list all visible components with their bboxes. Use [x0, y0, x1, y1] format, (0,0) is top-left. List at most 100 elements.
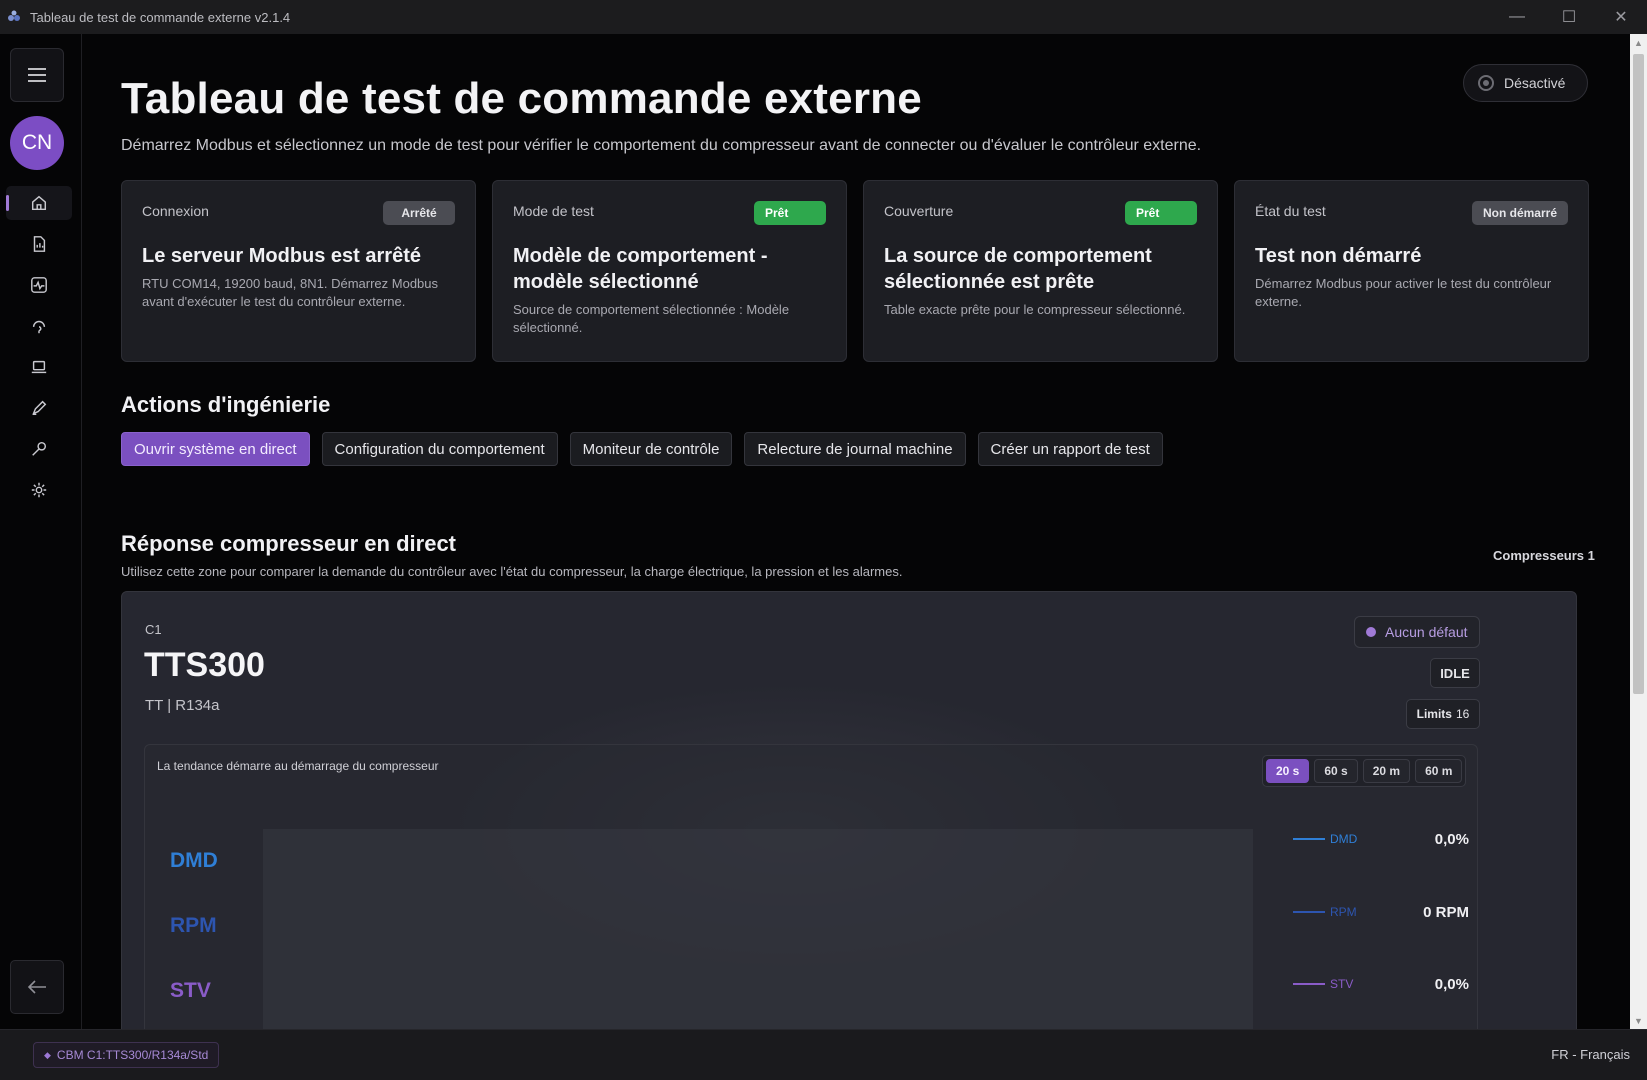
- vertical-scrollbar[interactable]: ▲ ▼: [1630, 34, 1647, 1029]
- scroll-thumb[interactable]: [1633, 54, 1644, 694]
- title-bar: Tableau de test de commande externe v2.1…: [0, 0, 1647, 34]
- lane-tag: STV: [170, 979, 211, 1002]
- compressor-count: Compresseurs 1: [1493, 548, 1595, 563]
- fault-status-label: Aucun défaut: [1385, 624, 1468, 640]
- limits-label: Limits: [1416, 707, 1452, 721]
- behavior-config-button[interactable]: Configuration du comportement: [321, 432, 558, 466]
- toggle-label: Désactivé: [1504, 75, 1566, 91]
- card-label: État du test: [1255, 203, 1326, 219]
- card-heading: Test non démarré: [1255, 245, 1422, 267]
- compressor-config-label: CBM C1:TTS300/R134a/Std: [56, 1048, 209, 1062]
- range-60m-button[interactable]: 60 m: [1415, 759, 1463, 783]
- scroll-up-icon[interactable]: ▲: [1630, 34, 1647, 51]
- sidebar-item-tools[interactable]: [6, 432, 72, 466]
- live-section-title: Réponse compresseur en direct: [121, 531, 457, 556]
- sidebar-item-edit[interactable]: [6, 391, 72, 425]
- pen-icon: [32, 400, 47, 416]
- compressor-meta: TT | R134a: [145, 697, 220, 714]
- status-badge: Non démarré: [1471, 201, 1568, 225]
- limits-value: 16: [1455, 707, 1470, 721]
- range-20m-button[interactable]: 20 m: [1362, 759, 1411, 783]
- create-report-button[interactable]: Créer un rapport de test: [977, 432, 1163, 466]
- legend-name: RPM: [1330, 905, 1357, 919]
- status-badge: Prêt: [754, 201, 826, 225]
- legend-value: 0,0%: [1434, 975, 1469, 993]
- arrow-left-icon: [27, 980, 46, 994]
- maximize-button[interactable]: ☐: [1543, 0, 1595, 34]
- card-couverture: Couverture Prêt La source de comportemen…: [863, 180, 1218, 362]
- card-heading: La source de comportement sélectionnée e…: [884, 245, 1152, 293]
- legend-stv: STV 0,0%: [1293, 972, 1469, 996]
- sidebar-item-reports[interactable]: [6, 227, 72, 261]
- sidebar-nav: [6, 186, 72, 514]
- card-label: Connexion: [142, 203, 209, 219]
- close-button[interactable]: ✕: [1595, 0, 1647, 34]
- legend-line: [1293, 911, 1325, 913]
- status-dot-icon: [1366, 627, 1376, 637]
- card-heading: Modèle de comportement - modèle sélectio…: [513, 245, 768, 293]
- legend-value: 0,0%: [1434, 830, 1469, 848]
- sidebar-item-settings[interactable]: [6, 473, 72, 507]
- card-etat-du-test: État du test Non démarré Test non démarr…: [1234, 180, 1589, 362]
- sidebar-item-devices[interactable]: [6, 350, 72, 384]
- status-bar: ◆ CBM C1:TTS300/R134a/Std FR - Français: [0, 1029, 1647, 1080]
- control-monitor-button[interactable]: Moniteur de contrôle: [569, 432, 733, 466]
- card-connexion: Connexion Arrêté Le serveur Modbus est a…: [121, 180, 476, 362]
- compressor-state-badge: IDLE: [1430, 658, 1480, 688]
- home-icon: [31, 195, 47, 211]
- sidebar-item-home[interactable]: [6, 186, 72, 220]
- legend-rpm: RPM 0 RPM: [1293, 900, 1469, 924]
- range-20s-button[interactable]: 20 s: [1266, 759, 1310, 783]
- compressor-id: C1: [145, 622, 162, 637]
- laptop-icon: [31, 360, 47, 374]
- gear-icon: [31, 482, 47, 498]
- lane-plot-area: [263, 965, 1253, 1029]
- trend-lane-rpm: RPM: [157, 897, 1255, 965]
- trend-chart: La tendance démarre au démarrage du comp…: [144, 744, 1478, 1029]
- sidebar: CN: [0, 34, 82, 1029]
- status-cards: Connexion Arrêté Le serveur Modbus est a…: [121, 180, 1589, 362]
- log-replay-button[interactable]: Relecture de journal machine: [744, 432, 966, 466]
- scroll-down-icon[interactable]: ▼: [1630, 1012, 1647, 1029]
- card-label: Couverture: [884, 203, 954, 219]
- legend-value: 0 RPM: [1423, 903, 1469, 921]
- page-title: Tableau de test de commande externe: [121, 74, 922, 123]
- status-badge: Prêt: [1125, 201, 1197, 225]
- report-icon: [33, 236, 46, 252]
- legend-name: DMD: [1330, 832, 1358, 846]
- lane-plot-area: [263, 897, 1253, 965]
- lane-plot-area: [263, 829, 1253, 897]
- card-heading: Le serveur Modbus est arrêté: [142, 245, 421, 267]
- language-selector[interactable]: FR - Français: [1551, 1047, 1630, 1062]
- compressor-config-chip[interactable]: ◆ CBM C1:TTS300/R134a/Std: [33, 1042, 220, 1068]
- user-avatar[interactable]: CN: [10, 116, 64, 170]
- sidebar-item-monitor[interactable]: [6, 268, 72, 302]
- activity-icon: [31, 277, 47, 293]
- lane-tag: DMD: [170, 849, 218, 872]
- wrench-icon: [32, 441, 47, 456]
- diamond-icon: ◆: [44, 1049, 51, 1060]
- sidebar-item-support[interactable]: [6, 309, 72, 343]
- time-range-selector: 20 s 60 s 20 m 60 m: [1262, 755, 1467, 787]
- back-button[interactable]: [10, 960, 64, 1014]
- limits-badge[interactable]: Limits 16: [1406, 699, 1480, 729]
- range-60s-button[interactable]: 60 s: [1314, 759, 1358, 783]
- legend-line: [1293, 838, 1325, 840]
- card-body: RTU COM14, 19200 baud, 8N1. Démarrez Mod…: [142, 276, 439, 309]
- live-section-subtitle: Utilisez cette zone pour comparer la dem…: [121, 564, 903, 579]
- hamburger-menu-button[interactable]: [10, 48, 64, 102]
- open-live-system-button[interactable]: Ouvrir système en direct: [121, 432, 310, 466]
- trend-lane-dmd: DMD: [157, 829, 1255, 897]
- actions-title: Actions d'ingénierie: [121, 392, 331, 417]
- app-logo-icon: [6, 9, 22, 25]
- main-content: Tableau de test de commande externe Déma…: [82, 34, 1630, 1029]
- trend-title: La tendance démarre au démarrage du comp…: [157, 759, 439, 773]
- card-label: Mode de test: [513, 203, 594, 219]
- activation-toggle[interactable]: Désactivé: [1463, 64, 1588, 102]
- page-subtitle: Démarrez Modbus et sélectionnez un mode …: [121, 137, 1202, 154]
- card-body: Table exacte prête pour le compresseur s…: [884, 302, 1186, 317]
- headset-icon: [32, 320, 46, 334]
- fault-status-badge: Aucun défaut: [1354, 616, 1480, 648]
- status-badge: Arrêté: [383, 201, 455, 225]
- minimize-button[interactable]: —: [1491, 0, 1543, 34]
